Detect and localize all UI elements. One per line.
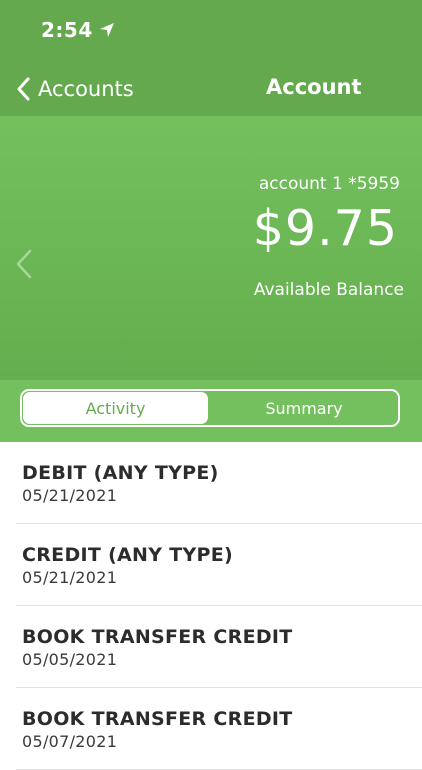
transaction-date: 05/07/2021 <box>22 732 118 751</box>
transaction-description: CREDIT (ANY TYPE) <box>22 544 234 566</box>
balance-panel: account 1 *5959 $9.75 Available Balance <box>0 116 422 380</box>
list-item[interactable]: BOOK TRANSFER CREDIT 05/07/2021 <box>16 688 422 770</box>
status-time: 2:54 <box>41 18 93 42</box>
transaction-date: 05/21/2021 <box>22 486 118 505</box>
page-title: Account <box>266 75 362 99</box>
transaction-description: DEBIT (ANY TYPE) <box>22 462 219 484</box>
balance-amount: $9.75 <box>252 200 398 257</box>
nav-bar: Accounts Account <box>0 62 422 116</box>
balance-caption: Available Balance <box>253 280 404 300</box>
chevron-left-icon <box>17 77 30 101</box>
list-item[interactable]: CREDIT (ANY TYPE) 05/21/2021 <box>16 524 422 606</box>
status-bar: 2:54 <box>0 0 422 62</box>
account-name: account 1 *5959 <box>258 174 400 194</box>
list-item[interactable]: BOOK TRANSFER CREDIT 05/05/2021 <box>16 606 422 688</box>
tab-summary[interactable]: Summary <box>210 392 398 424</box>
tab-strip: Activity Summary <box>0 380 422 442</box>
back-label: Accounts <box>38 77 134 101</box>
list-item[interactable]: DEBIT (ANY TYPE) 05/21/2021 <box>16 442 422 524</box>
location-arrow-icon <box>100 23 114 37</box>
transaction-description: BOOK TRANSFER CREDIT <box>22 626 293 648</box>
previous-account-chevron-icon[interactable] <box>14 248 34 280</box>
segmented-control: Activity Summary <box>20 389 400 427</box>
tab-activity[interactable]: Activity <box>23 392 208 424</box>
transaction-date: 05/05/2021 <box>22 650 118 669</box>
back-button[interactable]: Accounts <box>16 74 134 104</box>
transaction-date: 05/21/2021 <box>22 568 118 587</box>
transaction-description: BOOK TRANSFER CREDIT <box>22 708 293 730</box>
activity-list: DEBIT (ANY TYPE) 05/21/2021 CREDIT (ANY … <box>0 442 422 770</box>
